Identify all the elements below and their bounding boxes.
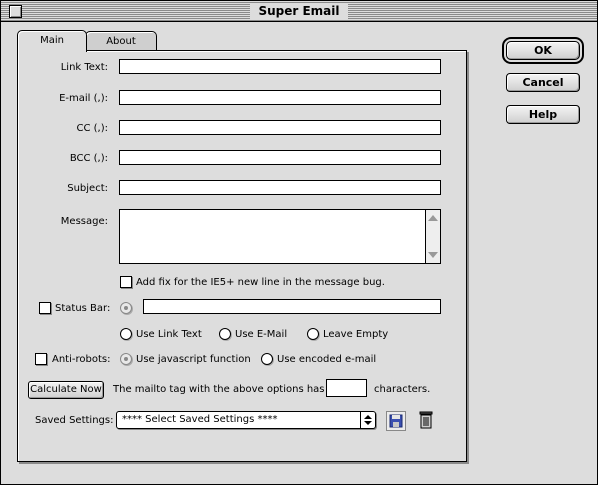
- leave-empty-radio[interactable]: [307, 328, 319, 340]
- updown-arrows-icon: [360, 412, 375, 428]
- calculate-description: The mailto tag with the above options ha…: [113, 384, 345, 395]
- scroll-up-arrow-icon[interactable]: [428, 215, 438, 221]
- status-bar-label: Status Bar:: [55, 303, 111, 314]
- characters-label: characters.: [374, 384, 431, 395]
- ie-fix-checkbox[interactable]: [120, 276, 132, 288]
- calculate-now-label: Calculate Now: [30, 384, 102, 395]
- email-input[interactable]: [119, 90, 441, 105]
- ok-button[interactable]: OK: [502, 37, 584, 64]
- subject-input[interactable]: [119, 180, 441, 195]
- use-email-radio[interactable]: [219, 328, 231, 340]
- use-javascript-function-radio[interactable]: [120, 353, 132, 365]
- cc-input[interactable]: [119, 120, 441, 135]
- calculate-now-button[interactable]: Calculate Now: [28, 381, 104, 399]
- tab-about-label: About: [106, 36, 136, 47]
- email-label: E-mail (,):: [59, 93, 108, 104]
- anti-robots-checkbox[interactable]: [35, 353, 47, 365]
- help-button[interactable]: Help: [506, 105, 580, 124]
- leave-empty-label: Leave Empty: [323, 329, 389, 340]
- dialog-window: Super Email Main About Link Text: E-mail…: [0, 0, 598, 485]
- tab-main[interactable]: Main: [17, 30, 87, 52]
- use-link-text-label: Use Link Text: [136, 329, 202, 340]
- subject-label: Subject:: [67, 183, 108, 194]
- link-text-label: Link Text:: [60, 62, 108, 73]
- message-label: Message:: [60, 216, 108, 227]
- status-bar-checkbox[interactable]: [39, 302, 51, 314]
- tab-about[interactable]: About: [85, 31, 157, 52]
- floppy-disk-icon[interactable]: [386, 411, 406, 431]
- use-email-label: Use E-Mail: [235, 329, 288, 340]
- use-javascript-function-label: Use javascript function: [136, 354, 251, 365]
- saved-settings-label: Saved Settings:: [35, 415, 114, 426]
- cc-label: CC (,):: [76, 123, 109, 134]
- bcc-label: BCC (,):: [69, 153, 108, 164]
- scroll-down-arrow-icon[interactable]: [428, 252, 438, 258]
- ie-fix-label: Add fix for the IE5+ new line in the mes…: [136, 277, 385, 288]
- ok-label: OK: [534, 44, 552, 57]
- use-encoded-email-radio[interactable]: [261, 353, 273, 365]
- saved-settings-select[interactable]: **** Select Saved Settings ****: [116, 411, 376, 429]
- title-bar[interactable]: Super Email: [1, 1, 597, 22]
- anti-robots-label: Anti-robots:: [52, 354, 111, 365]
- status-bar-custom-radio[interactable]: [120, 302, 132, 314]
- bcc-input[interactable]: [119, 150, 441, 165]
- message-textarea[interactable]: [119, 209, 441, 264]
- link-text-input[interactable]: [119, 59, 441, 74]
- status-bar-input[interactable]: [143, 299, 441, 314]
- use-encoded-email-label: Use encoded e-mail: [277, 354, 377, 365]
- message-scrollbar[interactable]: [425, 210, 440, 263]
- tab-main-label: Main: [40, 35, 64, 46]
- character-count-field: [326, 379, 367, 397]
- help-label: Help: [528, 108, 558, 121]
- use-link-text-radio[interactable]: [120, 328, 132, 340]
- trash-can-icon[interactable]: [417, 410, 435, 430]
- cancel-button[interactable]: Cancel: [506, 73, 580, 92]
- window-title: Super Email: [250, 3, 348, 19]
- saved-settings-selected: **** Select Saved Settings ****: [122, 414, 278, 425]
- cancel-label: Cancel: [522, 76, 564, 89]
